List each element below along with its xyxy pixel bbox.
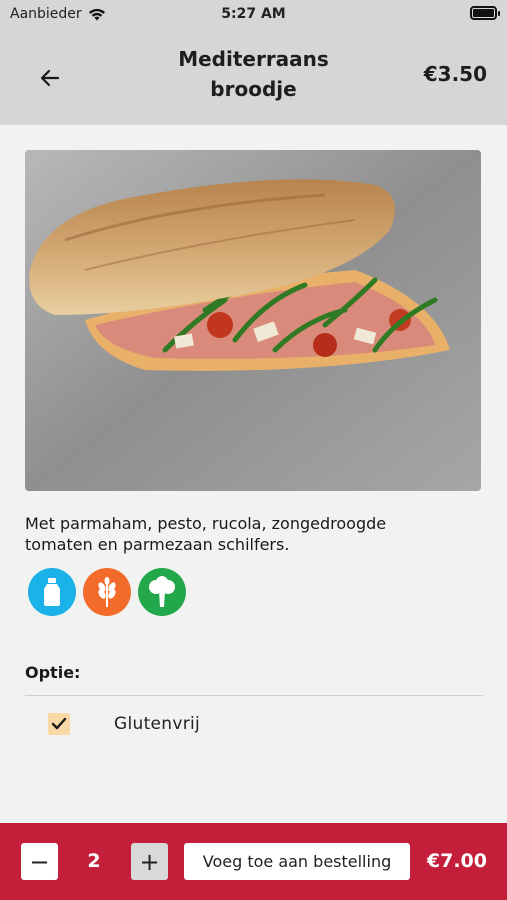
milk-bottle-icon — [28, 568, 76, 616]
sandwich-photo — [25, 150, 481, 491]
arrow-left-icon — [40, 69, 60, 87]
product-detail: Met parmaham, pesto, rucola, zongedroogd… — [0, 125, 507, 823]
option-checkbox[interactable] — [48, 713, 70, 735]
order-footer: − 2 + Voeg toe aan bestelling €7.00 — [0, 823, 507, 900]
option-glutenvrij[interactable]: Glutenvrij — [48, 713, 200, 735]
check-icon — [51, 717, 67, 730]
total-price: €7.00 — [426, 850, 487, 872]
add-to-order-button[interactable]: Voeg toe aan bestelling — [184, 843, 410, 880]
broccoli-icon — [138, 568, 186, 616]
header: Mediterraans broodje €3.50 — [0, 28, 507, 125]
description-line-1: Met parmaham, pesto, rucola, zongedroogd… — [25, 514, 387, 533]
battery-icon — [470, 6, 500, 20]
allergen-list — [28, 568, 186, 616]
options-label: Optie: — [25, 663, 81, 682]
title-line-1: Mediterraans — [178, 47, 329, 71]
wheat-icon — [83, 568, 131, 616]
unit-price: €3.50 — [423, 62, 487, 86]
description-line-2: tomaten en parmezaan schilfers. — [25, 535, 290, 554]
back-button[interactable] — [30, 64, 70, 92]
page-title: Mediterraans broodje — [150, 44, 357, 104]
divider — [25, 695, 483, 696]
status-bar: Aanbieder 5:27 AM — [0, 0, 507, 28]
increase-quantity-button[interactable]: + — [131, 843, 168, 880]
quantity-value: 2 — [87, 850, 101, 872]
clock: 5:27 AM — [221, 6, 286, 22]
top-bar: Aanbieder 5:27 AM Mediterraans broodje €… — [0, 0, 507, 125]
title-line-2: broodje — [210, 77, 297, 101]
decrease-quantity-button[interactable]: − — [21, 843, 58, 880]
product-description: Met parmaham, pesto, rucola, zongedroogd… — [25, 513, 485, 555]
option-label: Glutenvrij — [114, 714, 201, 734]
